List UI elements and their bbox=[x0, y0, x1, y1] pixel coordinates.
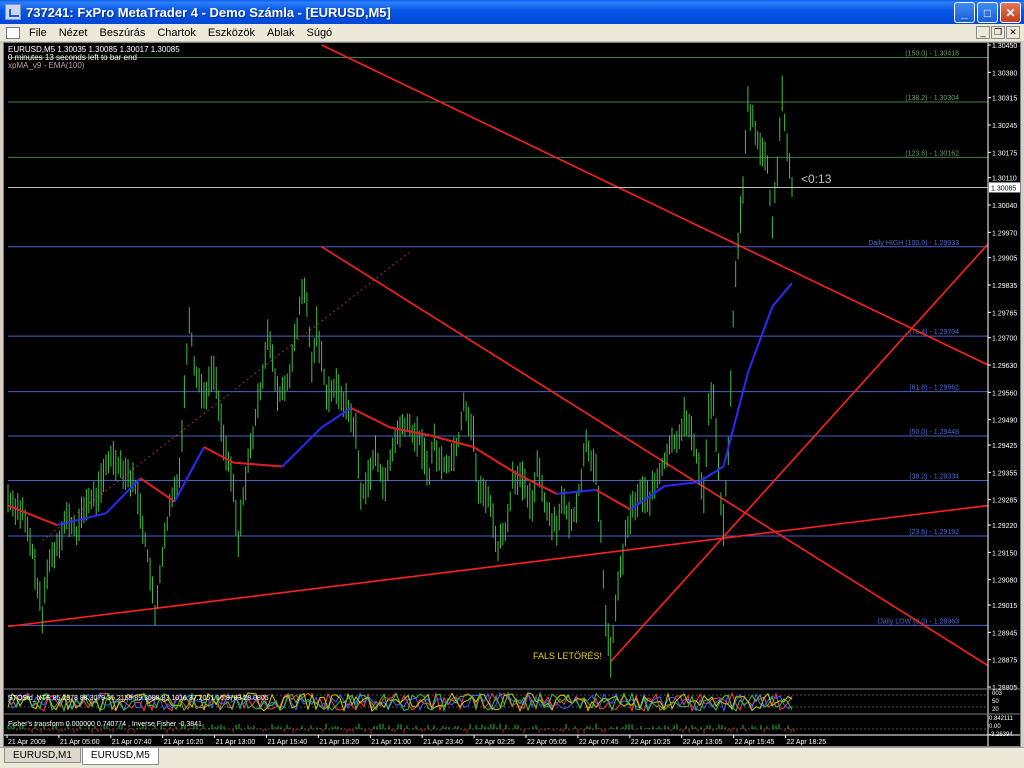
fisher-tick-label: -3.26394 bbox=[989, 732, 1013, 738]
price-tick-label: 1.30110 bbox=[992, 176, 1017, 183]
fisher-label: Fisher's transform 0.000000 0.740774 , I… bbox=[8, 721, 202, 728]
stoch-tick-label: 50 bbox=[992, 699, 999, 705]
maximize-button[interactable]: □ bbox=[977, 2, 998, 23]
price-tick-label: 1.29015 bbox=[992, 603, 1017, 610]
fisher-tick-label: 0.00 bbox=[989, 724, 1001, 730]
price-tick-label: 1.30175 bbox=[992, 150, 1017, 157]
tab-eurusd-m5[interactable]: EURUSD,M5 bbox=[81, 748, 159, 765]
price-tick-label: 1.29700 bbox=[992, 336, 1017, 343]
price-tick-label: 1.29150 bbox=[992, 550, 1017, 557]
fib-level-label: (138.2) - 1.30304 bbox=[905, 95, 959, 102]
price-tick-label: 1.29765 bbox=[992, 310, 1017, 317]
stochastic-label: STOStd_NTE 85.2978 88.3079 35.2159 89.36… bbox=[8, 695, 269, 702]
document-icon[interactable] bbox=[6, 26, 20, 39]
price-tick-label: 1.29220 bbox=[992, 523, 1017, 530]
price-chart[interactable]: (150.0) - 1.30418 (138.2) - 1.30304 (123.6… bbox=[4, 43, 1020, 746]
chart-window[interactable]: (150.0) - 1.30418 (138.2) - 1.30304 (123.6… bbox=[3, 42, 1021, 747]
fib-level-label: (61.8) - 1.29562 bbox=[909, 385, 959, 392]
countdown-label: <0:13 bbox=[801, 172, 832, 186]
time-tick-label: 21 Apr 07:40 bbox=[112, 739, 152, 746]
time-tick-label: 21 Apr 10:20 bbox=[164, 739, 204, 746]
price-tick-label: 1.28945 bbox=[992, 630, 1017, 637]
price-tick-label: 1.29835 bbox=[992, 283, 1017, 290]
fib-level-label: Daily HIGH (100.0) - 1.29933 bbox=[868, 240, 959, 247]
time-tick-label: 21 Apr 05:00 bbox=[60, 739, 100, 746]
current-price-label: 1.30085 bbox=[991, 185, 1016, 192]
close-button[interactable]: ✕ bbox=[1000, 2, 1021, 23]
price-tick-label: 1.30315 bbox=[992, 96, 1017, 103]
stoch-tick-label: 003 bbox=[992, 691, 1003, 697]
minimize-button[interactable]: _ bbox=[954, 2, 975, 23]
menu-tools[interactable]: Eszközök bbox=[202, 27, 261, 39]
time-tick-label: 22 Apr 07:45 bbox=[579, 739, 619, 746]
time-tick-label: 21 Apr 2009 bbox=[8, 739, 46, 746]
time-tick-label: 22 Apr 13:05 bbox=[683, 739, 723, 746]
price-tick-label: 1.29285 bbox=[992, 498, 1017, 505]
price-tick-label: 1.29560 bbox=[992, 390, 1017, 397]
time-tick-label: 21 Apr 21:00 bbox=[371, 739, 411, 746]
time-tick-label: 22 Apr 10:25 bbox=[631, 739, 671, 746]
price-tick-label: 1.29355 bbox=[992, 470, 1017, 477]
mdi-restore-button[interactable]: ❐ bbox=[991, 26, 1005, 39]
price-tick-label: 1.29905 bbox=[992, 256, 1017, 263]
false-breakout-annotation: FALS LETÖRÉS! bbox=[533, 651, 602, 661]
time-tick-label: 22 Apr 02:25 bbox=[475, 739, 515, 746]
menu-insert[interactable]: Beszúrás bbox=[93, 27, 151, 39]
time-tick-label: 21 Apr 23:40 bbox=[423, 739, 463, 746]
price-tick-label: 1.30380 bbox=[992, 70, 1017, 77]
price-tick-label: 1.29970 bbox=[992, 230, 1017, 237]
fib-level-label: (150.0) - 1.30418 bbox=[905, 50, 959, 57]
title-bar: 737241: FxPro MetaTrader 4 - Demo Számla… bbox=[0, 0, 1024, 24]
time-tick-label: 22 Apr 05:05 bbox=[527, 739, 567, 746]
price-tick-label: 1.29490 bbox=[992, 418, 1017, 425]
time-tick-label: 22 Apr 18:25 bbox=[787, 739, 827, 746]
menu-help[interactable]: Súgó bbox=[300, 27, 338, 39]
tab-eurusd-m1[interactable]: EURUSD,M1 bbox=[4, 748, 81, 763]
fib-level-label: (38.2) - 1.29334 bbox=[909, 474, 959, 481]
price-tick-label: 1.30245 bbox=[992, 123, 1017, 130]
chart-tabs: EURUSD,M1 EURUSD,M5 bbox=[0, 747, 1024, 768]
price-tick-label: 1.30040 bbox=[992, 203, 1017, 210]
fisher-tick-label: 0.842111 bbox=[989, 716, 1014, 722]
price-tick-label: 1.29080 bbox=[992, 578, 1017, 585]
fib-level-label: (50.0) - 1.29448 bbox=[909, 429, 959, 436]
price-tick-label: 1.28875 bbox=[992, 658, 1017, 665]
fib-level-label: (23.6) - 1.29192 bbox=[909, 529, 959, 536]
mdi-minimize-button[interactable]: _ bbox=[976, 26, 990, 39]
time-tick-label: 22 Apr 15:45 bbox=[735, 739, 775, 746]
menu-file[interactable]: File bbox=[23, 27, 53, 39]
price-tick-label: 1.30450 bbox=[992, 43, 1017, 50]
window-title: 737241: FxPro MetaTrader 4 - Demo Számla… bbox=[26, 4, 391, 20]
app-icon bbox=[5, 4, 21, 20]
stoch-tick-label: 20 bbox=[992, 707, 999, 713]
fib-level-label: (123.6) - 1.30162 bbox=[905, 150, 959, 157]
menu-view[interactable]: Nézet bbox=[53, 27, 94, 39]
time-tick-label: 21 Apr 13:00 bbox=[216, 739, 256, 746]
menu-window[interactable]: Ablak bbox=[261, 27, 301, 39]
menu-charts[interactable]: Chartok bbox=[151, 27, 202, 39]
time-tick-label: 21 Apr 15:40 bbox=[268, 739, 308, 746]
price-tick-label: 1.29630 bbox=[992, 363, 1017, 370]
price-tick-label: 1.29425 bbox=[992, 443, 1017, 450]
mdi-close-button[interactable]: ✕ bbox=[1006, 26, 1020, 39]
time-tick-label: 21 Apr 18:20 bbox=[319, 739, 359, 746]
menu-bar: File Nézet Beszúrás Chartok Eszközök Abl… bbox=[0, 24, 1024, 42]
chart-header-indicator: xpMA_v9 - EMA(100) bbox=[8, 61, 85, 70]
